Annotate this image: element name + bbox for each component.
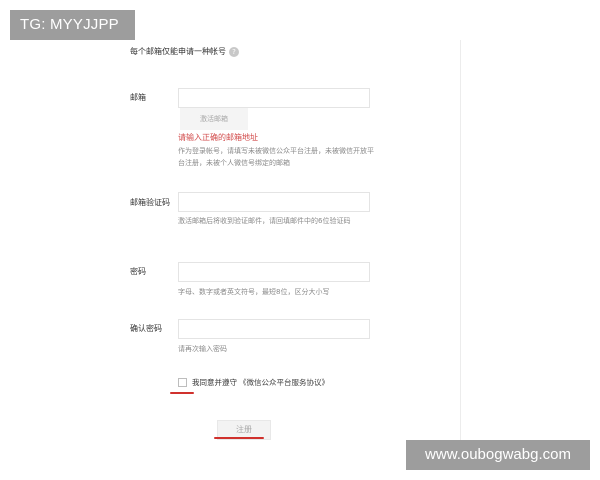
email-error-message: 请输入正确的邮箱地址: [178, 133, 258, 142]
account-notice: 每个邮箱仅能申请一种帐号 ?: [130, 46, 239, 57]
agreement-row: 我同意并遵守 《微信公众平台服务协议》: [178, 377, 329, 388]
right-divider: [460, 40, 461, 460]
agreement-text: 我同意并遵守: [192, 378, 237, 387]
agreement-checkbox[interactable]: [178, 378, 187, 387]
code-label: 邮箱验证码: [130, 198, 170, 207]
confirm-password-label: 确认密码: [130, 324, 162, 333]
password-hint: 字母、数字或者英文符号，最短8位，区分大小写: [178, 288, 330, 296]
confirm-password-hint: 请再次输入密码: [178, 345, 227, 353]
annotation-underline-checkbox: [170, 392, 194, 394]
password-input[interactable]: [178, 262, 370, 282]
email-input[interactable]: [178, 88, 370, 108]
confirm-password-input[interactable]: [178, 319, 370, 339]
activate-email-button[interactable]: 激活邮箱: [180, 108, 248, 130]
help-icon[interactable]: ?: [229, 46, 239, 57]
annotation-underline-register: [214, 437, 264, 439]
email-code-input[interactable]: [178, 192, 370, 212]
watermark-top-left: TG: MYYJJPP: [10, 10, 135, 40]
agreement-link[interactable]: 《微信公众平台服务协议》: [239, 377, 329, 388]
watermark-bottom-right: www.oubogwabg.com: [406, 440, 590, 470]
email-label: 邮箱: [130, 93, 146, 102]
email-hint: 作为登录帐号，请填写未被微信公众平台注册，未被微信开放平台注册，未被个人微信号绑…: [178, 147, 374, 167]
password-label: 密码: [130, 267, 146, 276]
code-hint: 激活邮箱后将收到验证邮件，请回填邮件中的6位验证码: [178, 217, 351, 225]
account-notice-text: 每个邮箱仅能申请一种帐号: [130, 47, 226, 56]
